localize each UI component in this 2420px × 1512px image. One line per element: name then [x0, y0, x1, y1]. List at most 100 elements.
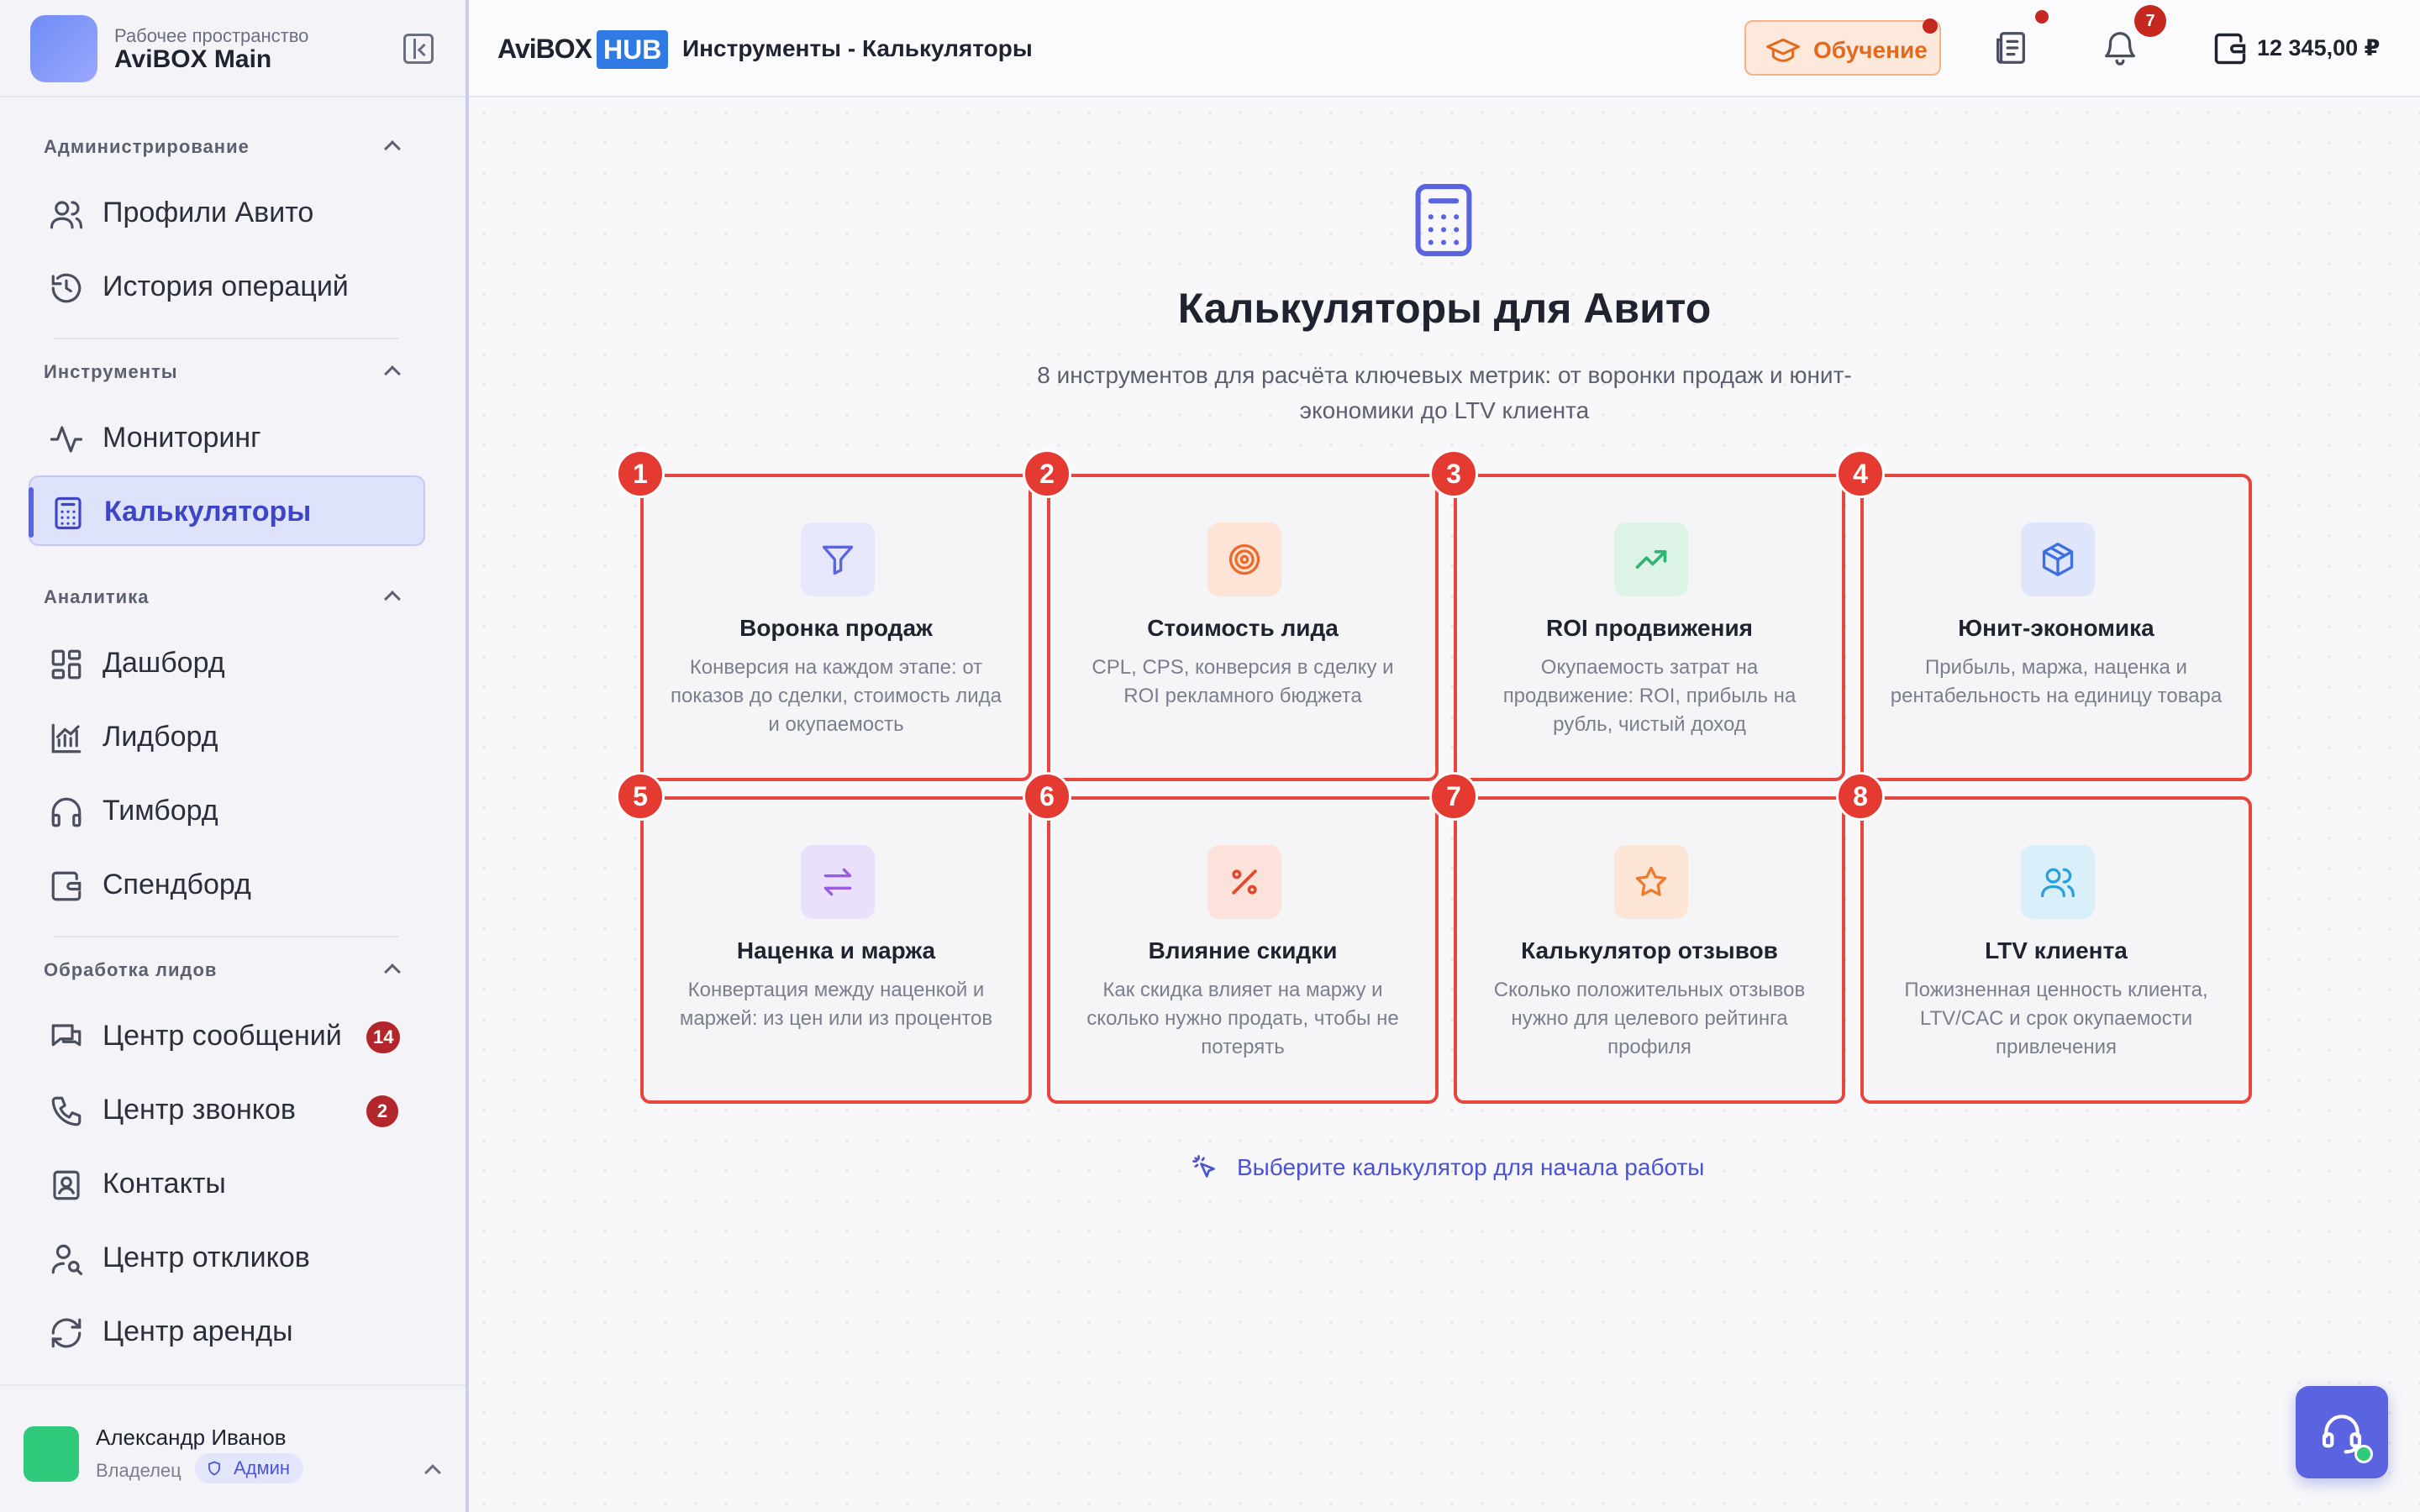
breadcrumb: Инструменты - Калькуляторы: [682, 35, 1033, 61]
sidebar-item-calculators[interactable]: Калькуляторы: [29, 475, 425, 546]
star-icon: [1635, 866, 1667, 896]
sidebar-item-monitoring[interactable]: Мониторинг: [29, 403, 425, 474]
avatar: [24, 1426, 79, 1482]
user-name: Александр Иванов: [96, 1425, 287, 1450]
card-icon-box: [2021, 522, 2095, 596]
sidebar-item-calls-center[interactable]: Центр звонков 2: [29, 1075, 425, 1146]
chevron-up-icon[interactable]: [384, 140, 401, 157]
divider: [54, 338, 398, 339]
card-title: ROI продвижения: [1545, 615, 1754, 641]
card-title: Стоимость лида: [1147, 615, 1339, 641]
sidebar-item-teamboard[interactable]: Тимборд: [29, 776, 425, 847]
learning-button[interactable]: Обучение: [1744, 18, 1941, 76]
unread-badge: 14: [366, 1021, 401, 1053]
sidebar: Рабочее пространство AviBOX Main Админис…: [0, 0, 469, 1512]
card-description: Конверсия на каждом этапе: от показов до…: [670, 656, 1002, 736]
funnel-icon: [822, 545, 854, 575]
card-title: Калькулятор отзывов: [1521, 937, 1778, 963]
sidebar-item-operations-history[interactable]: История операций: [29, 252, 425, 323]
workspace-name: AviBOX Main: [114, 45, 272, 73]
sidebar-item-label: Лидборд: [103, 721, 218, 753]
section-title-admin: Администрирование: [44, 136, 250, 157]
calculator-card-markup-margin[interactable]: Наценка и маржа Конвертация между наценк…: [640, 796, 1032, 1104]
trending-up-icon: [1635, 550, 1667, 569]
sidebar-item-spendboard[interactable]: Спендборд: [29, 850, 425, 921]
chevron-up-icon[interactable]: [384, 963, 401, 980]
sidebar-item-label: Центр звонков: [103, 1094, 296, 1126]
card-description: Пожизненная ценность клиента, LTV/CAC и …: [1904, 979, 2208, 1058]
card-icon-box: [2021, 845, 2095, 919]
sidebar-item-label: История операций: [103, 270, 349, 302]
calculator-card-discount-impact[interactable]: Влияние скидки Как скидка влияет на марж…: [1047, 796, 1439, 1104]
sidebar-item-responses-center[interactable]: Центр откликов: [29, 1223, 425, 1294]
card-title: Воронка продаж: [739, 615, 933, 641]
sidebar-collapse-icon[interactable]: [403, 34, 434, 64]
phone-icon: [51, 1096, 82, 1126]
news-indicator: [2035, 10, 2049, 24]
news-icon[interactable]: [1991, 29, 2030, 67]
workspace-switcher[interactable]: Рабочее пространство AviBOX Main: [0, 0, 466, 97]
users-icon: [50, 201, 83, 229]
card-number-marker: 2: [1023, 449, 1071, 498]
calculator-card-reviews[interactable]: Калькулятор отзывов Сколько положительны…: [1454, 796, 1845, 1104]
headphones-icon: [51, 797, 82, 827]
chevron-up-icon[interactable]: [424, 1464, 441, 1481]
card-number-marker: 7: [1429, 772, 1478, 821]
contacts-icon: [53, 1170, 80, 1200]
sidebar-item-label: Центр откликов: [103, 1242, 310, 1273]
card-description: Окупаемость затрат на продвижение: ROI, …: [1502, 656, 1797, 736]
sidebar-item-label: Центр аренды: [103, 1315, 293, 1347]
shield-icon: [208, 1461, 220, 1476]
card-icon-box: [1614, 522, 1688, 596]
calculator-card-ltv[interactable]: LTV клиента Пожизненная ценность клиента…: [1860, 796, 2252, 1104]
card-title: LTV клиента: [1985, 937, 2128, 963]
sidebar-item-label: Тимборд: [103, 795, 218, 827]
swap-icon: [823, 868, 852, 896]
user-search-icon: [51, 1244, 83, 1276]
bell-icon[interactable]: [2101, 29, 2139, 67]
logo-badge: HUB: [597, 30, 669, 69]
workspace-label: Рабочее пространство: [114, 25, 309, 46]
logo[interactable]: AviBOX: [497, 34, 592, 65]
sidebar-item-avito-profiles[interactable]: Профили Авито: [29, 178, 425, 249]
activity-icon: [50, 426, 83, 453]
support-chat-button[interactable]: [2296, 1386, 2388, 1478]
card-description: Конвертация между наценкой и маржей: из …: [679, 979, 993, 1030]
card-description: Как скидка влияет на маржу и сколько нуж…: [1086, 979, 1399, 1058]
card-title: Влияние скидки: [1148, 937, 1338, 963]
learning-label: Обучение: [1813, 37, 1928, 63]
select-calculator-hint: Выберите калькулятор для начала работы: [1237, 1154, 1705, 1180]
refresh-icon: [51, 1318, 82, 1348]
sidebar-item-label: Профили Авито: [103, 197, 314, 228]
sidebar-item-leadboard[interactable]: Лидборд: [29, 702, 425, 773]
card-title: Юнит-экономика: [1958, 615, 2154, 641]
card-description: CPL, CPS, конверсия в сделку и ROI рекла…: [1092, 656, 1394, 707]
sidebar-item-dashboard[interactable]: Дашборд: [29, 628, 425, 699]
chevron-up-icon[interactable]: [384, 591, 401, 607]
history-icon: [51, 273, 82, 303]
user-profile[interactable]: Александр Иванов Владелец Админ: [0, 1384, 466, 1512]
calculator-card-roi[interactable]: ROI продвижения Окупаемость затрат на пр…: [1454, 474, 1845, 781]
sidebar-item-rent-center[interactable]: Центр аренды: [29, 1297, 425, 1368]
workspace-avatar: [30, 15, 97, 82]
card-icon-box: [801, 845, 875, 919]
sidebar-item-contacts[interactable]: Контакты: [29, 1149, 425, 1220]
balance-amount[interactable]: 12 345,00 ₽: [2257, 35, 2380, 61]
sidebar-item-label: Калькуляторы: [104, 496, 312, 528]
card-description: Прибыль, маржа, наценка и рентабельность…: [1890, 656, 2223, 707]
pointer-click-icon: [1192, 1155, 1215, 1178]
new-indicator: [1923, 18, 1938, 34]
chevron-up-icon[interactable]: [384, 365, 401, 382]
sidebar-item-label: Спендборд: [103, 869, 251, 900]
card-description: Сколько положительных отзывов нужно для …: [1493, 979, 1806, 1058]
divider: [54, 936, 398, 937]
dashboard-icon: [51, 649, 82, 680]
calculator-card-unit-economics[interactable]: Юнит-экономика Прибыль, маржа, наценка и…: [1860, 474, 2252, 781]
card-icon-box: [801, 522, 875, 596]
card-number-marker: 3: [1429, 449, 1478, 498]
topbar: AviBOX HUB Инструменты - Калькуляторы Об…: [469, 0, 2420, 97]
calculator-card-lead-cost[interactable]: Стоимость лида CPL, CPS, конверсия в сде…: [1047, 474, 1439, 781]
wallet-icon[interactable]: [2212, 30, 2249, 67]
calculator-card-sales-funnel[interactable]: Воронка продаж Конверсия на каждом этапе…: [640, 474, 1032, 781]
sidebar-item-messages-center[interactable]: Центр сообщений 14: [29, 1001, 425, 1072]
